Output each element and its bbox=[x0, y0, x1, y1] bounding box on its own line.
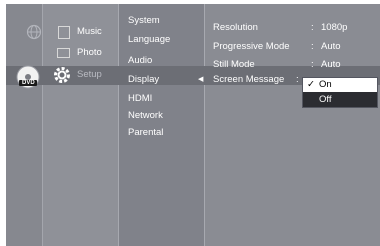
submenu-arrow-icon: ◀ bbox=[198, 76, 204, 83]
media-menu-column bbox=[42, 4, 119, 246]
media-item-music[interactable]: Music bbox=[77, 26, 102, 38]
music-icon bbox=[58, 26, 70, 39]
gear-icon bbox=[54, 67, 70, 83]
setting-still-mode-value: Auto bbox=[321, 59, 341, 70]
left-icon-column bbox=[6, 4, 42, 246]
setup-screen: DVD Music Photo Setup System Language Au… bbox=[6, 4, 380, 246]
photo-icon bbox=[57, 48, 70, 58]
popup-option-off-label: Off bbox=[319, 94, 332, 105]
setting-progressive-label[interactable]: Progressive Mode bbox=[213, 41, 290, 53]
setting-screen-message-label[interactable]: Screen Message bbox=[213, 74, 284, 86]
dvd-label: DVD bbox=[22, 80, 35, 86]
setting-resolution-value: 1080p bbox=[321, 22, 348, 33]
setting-separator: : bbox=[296, 74, 299, 85]
setting-separator: : bbox=[311, 41, 314, 52]
category-system[interactable]: System bbox=[128, 15, 160, 27]
category-audio[interactable]: Audio bbox=[128, 55, 152, 67]
category-display[interactable]: Display bbox=[128, 74, 159, 86]
globe-icon bbox=[26, 24, 42, 40]
category-language[interactable]: Language bbox=[128, 34, 170, 46]
setting-separator: : bbox=[311, 59, 314, 70]
setting-still-mode-label[interactable]: Still Mode bbox=[213, 59, 255, 71]
screen-message-popup: ✓ On Off bbox=[302, 77, 378, 108]
popup-option-off[interactable]: Off bbox=[303, 93, 377, 107]
category-hdmi[interactable]: HDMI bbox=[128, 93, 152, 105]
check-icon: ✓ bbox=[307, 79, 315, 90]
category-network[interactable]: Network bbox=[128, 110, 163, 122]
popup-option-on-label: On bbox=[319, 79, 332, 90]
popup-option-on[interactable]: ✓ On bbox=[303, 78, 377, 92]
setting-progressive-value: Auto bbox=[321, 41, 341, 52]
media-item-setup[interactable]: Setup bbox=[77, 69, 102, 81]
category-parental[interactable]: Parental bbox=[128, 127, 163, 139]
media-item-photo[interactable]: Photo bbox=[77, 47, 102, 59]
setting-resolution-label[interactable]: Resolution bbox=[213, 22, 258, 34]
setting-separator: : bbox=[311, 22, 314, 33]
